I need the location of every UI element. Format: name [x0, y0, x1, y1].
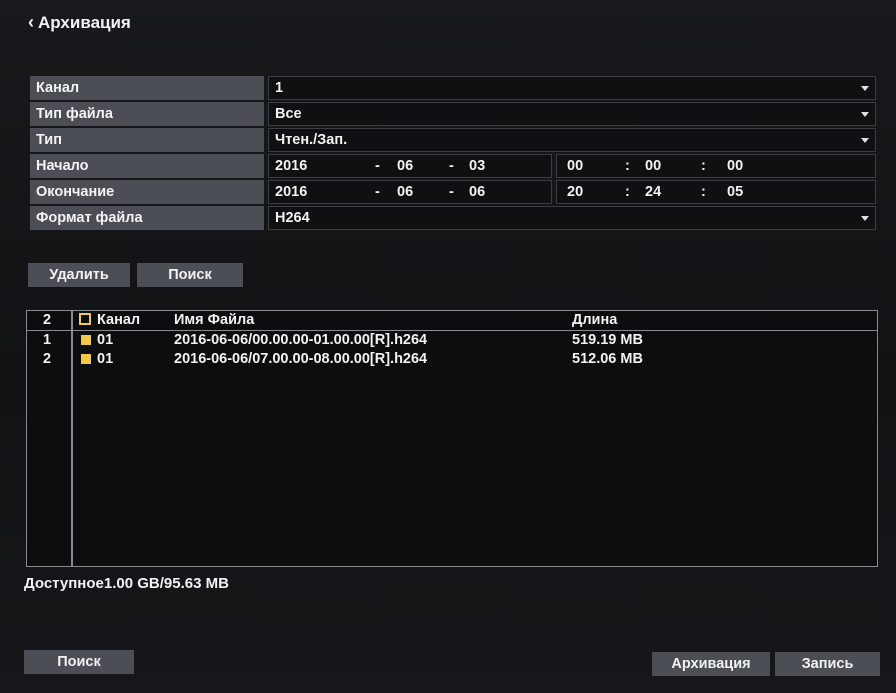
available-space: Доступное1.00 GB/95.63 MB: [24, 575, 229, 592]
start-hour: 00: [567, 158, 584, 174]
file-count: 2: [43, 312, 52, 328]
index-column: [27, 311, 73, 566]
row-checkbox[interactable]: [81, 351, 91, 368]
record-button[interactable]: Запись: [775, 652, 880, 676]
end-row: Окончание 2016 - 06 - 06 20 : 24 : 05: [30, 180, 876, 204]
row-size: 512.06 MB: [572, 351, 643, 367]
date-separator: -: [449, 158, 454, 174]
archive-button[interactable]: Архивация: [652, 652, 770, 676]
time-separator: :: [625, 158, 630, 174]
column-file-name: Имя Файла: [174, 312, 255, 328]
checkbox-checked-icon: [81, 335, 91, 345]
file-type-label: Тип файла: [30, 102, 264, 126]
row-channel: 01: [97, 351, 114, 367]
start-time-field[interactable]: 00 : 00 : 00: [556, 154, 876, 178]
end-year: 2016: [275, 184, 308, 200]
list-header: 2 Канал Имя Файла Длина: [27, 311, 877, 331]
start-date-field[interactable]: 2016 - 06 - 03: [268, 154, 552, 178]
row-index: 2: [43, 351, 52, 367]
row-size: 519.19 MB: [572, 332, 643, 348]
checkbox-empty-icon: [79, 313, 91, 325]
delete-button[interactable]: Удалить: [28, 263, 130, 287]
search-form: Канал 1 Тип файла Все Тип Чтен./Зап. Нач…: [30, 76, 876, 232]
back-button[interactable]: ‹ Архивация: [28, 12, 131, 33]
start-second: 00: [727, 158, 744, 174]
chevron-left-icon: ‹: [28, 12, 34, 32]
format-select[interactable]: H264: [268, 206, 876, 230]
row-channel: 01: [97, 332, 114, 348]
end-hour: 20: [567, 184, 584, 200]
start-day: 03: [469, 158, 486, 174]
start-minute: 00: [645, 158, 662, 174]
end-time-field[interactable]: 20 : 24 : 05: [556, 180, 876, 204]
time-separator: :: [701, 158, 706, 174]
date-separator: -: [375, 158, 380, 174]
page-title: Архивация: [38, 12, 131, 32]
caret-down-icon: [861, 86, 869, 91]
end-minute: 24: [645, 184, 662, 200]
start-label: Начало: [30, 154, 264, 178]
channel-row: Канал 1: [30, 76, 876, 100]
channel-label: Канал: [30, 76, 264, 100]
time-separator: :: [625, 184, 630, 200]
type-value: Чтен./Зап.: [275, 132, 348, 148]
row-index: 1: [43, 332, 52, 348]
checkbox-checked-icon: [81, 354, 91, 364]
column-channel: Канал: [97, 312, 141, 328]
channel-value: 1: [275, 80, 284, 96]
time-separator: :: [701, 184, 706, 200]
file-list: 2 Канал Имя Файла Длина 1 01 2016-06-06/…: [26, 310, 878, 567]
end-second: 05: [727, 184, 744, 200]
row-file-name: 2016-06-06/07.00.00-08.00.00[R].h264: [174, 351, 428, 367]
end-label: Окончание: [30, 180, 264, 204]
row-file-name: 2016-06-06/00.00.00-01.00.00[R].h264: [174, 332, 428, 348]
caret-down-icon: [861, 138, 869, 143]
date-separator: -: [449, 184, 454, 200]
caret-down-icon: [861, 216, 869, 221]
end-date-field[interactable]: 2016 - 06 - 06: [268, 180, 552, 204]
start-month: 06: [397, 158, 414, 174]
file-type-value: Все: [275, 106, 302, 122]
row-checkbox[interactable]: [81, 332, 91, 349]
search-button[interactable]: Поиск: [137, 263, 243, 287]
start-row: Начало 2016 - 06 - 03 00 : 00 : 00: [30, 154, 876, 178]
start-year: 2016: [275, 158, 308, 174]
format-row: Формат файла H264: [30, 206, 876, 230]
end-month: 06: [397, 184, 414, 200]
date-separator: -: [375, 184, 380, 200]
column-size: Длина: [572, 312, 618, 328]
type-row: Тип Чтен./Зап.: [30, 128, 876, 152]
format-value: H264: [275, 210, 310, 226]
file-type-row: Тип файла Все: [30, 102, 876, 126]
footer-search-button[interactable]: Поиск: [24, 650, 134, 674]
format-label: Формат файла: [30, 206, 264, 230]
channel-select[interactable]: 1: [268, 76, 876, 100]
end-day: 06: [469, 184, 486, 200]
select-all-checkbox[interactable]: [79, 312, 91, 329]
type-label: Тип: [30, 128, 264, 152]
type-select[interactable]: Чтен./Зап.: [268, 128, 876, 152]
archive-screen: ‹ Архивация Канал 1 Тип файла Все Тип Чт…: [0, 0, 896, 693]
file-type-select[interactable]: Все: [268, 102, 876, 126]
caret-down-icon: [861, 112, 869, 117]
